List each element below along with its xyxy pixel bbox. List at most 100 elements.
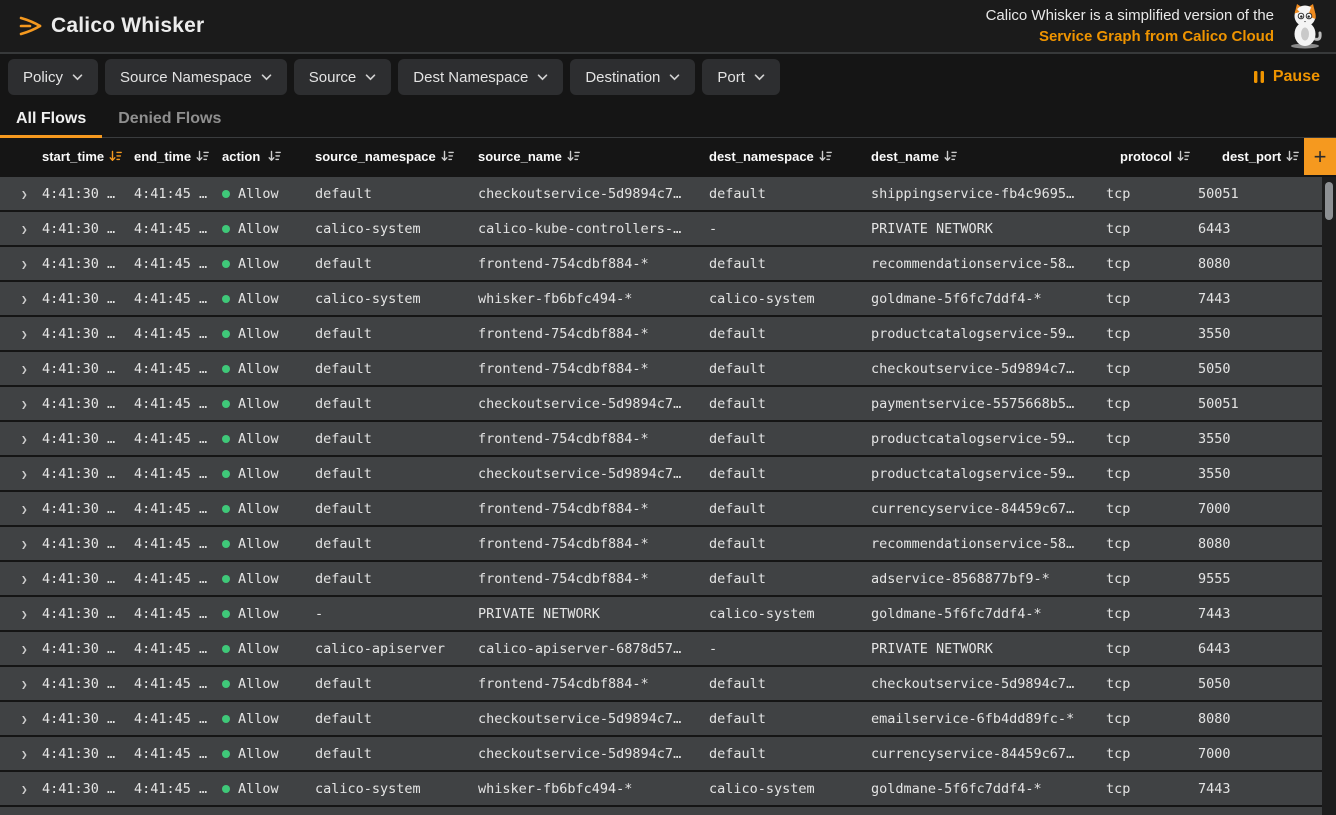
filter-button-dest-namespace[interactable]: Dest Namespace — [398, 59, 563, 95]
cell-source-namespace: default — [313, 361, 476, 377]
cell-dest-port: 7000 — [1196, 746, 1322, 762]
chevron-right-icon[interactable]: ❯ — [21, 748, 28, 761]
sort-icon — [196, 150, 209, 163]
chevron-right-icon[interactable]: ❯ — [21, 678, 28, 691]
cell-expander: ❯ — [0, 396, 40, 412]
cell-start-time: 4:41:30 … — [40, 746, 132, 762]
column-header-source-namespace[interactable]: source_namespace — [313, 149, 476, 164]
chevron-right-icon[interactable]: ❯ — [21, 223, 28, 236]
cell-dest-namespace: default — [707, 186, 869, 202]
chevron-right-icon[interactable]: ❯ — [21, 643, 28, 656]
table-header: start_timeend_time actionsource_namespace… — [0, 138, 1336, 175]
column-header-dest-port[interactable]: dest_port — [1196, 149, 1304, 164]
table-row[interactable]: ❯ 4:41:30 … 4:41:45 … Allow calico-syste… — [0, 282, 1322, 315]
table-row[interactable]: ❯ 4:41:30 … 4:41:45 … Allow calico-syste… — [0, 772, 1322, 805]
table-row[interactable]: ❯ 4:41:30 … 4:41:45 … Allow default chec… — [0, 177, 1322, 210]
tab-all-flows[interactable]: All Flows — [0, 100, 102, 137]
cell-source-name: frontend-754cdbf884-* — [476, 571, 707, 587]
column-header-label: end_time — [134, 149, 191, 164]
table-row[interactable]: ❯ 4:41:30 … 4:41:45 … Allow default fron… — [0, 247, 1322, 280]
chevron-right-icon[interactable]: ❯ — [21, 293, 28, 306]
table-row[interactable]: ❯ 4:41:30 … 4:41:45 … Allow - PRIVATE NE… — [0, 597, 1322, 630]
column-header-protocol[interactable]: protocol — [1104, 149, 1196, 164]
tab-denied-flows[interactable]: Denied Flows — [102, 100, 237, 137]
sort-icon — [944, 150, 957, 163]
table-header-cells: start_timeend_time actionsource_namespace… — [0, 138, 1304, 175]
filter-button-destination[interactable]: Destination — [570, 59, 695, 95]
filter-button-port[interactable]: Port — [702, 59, 780, 95]
chevron-right-icon[interactable]: ❯ — [21, 608, 28, 621]
cell-source-namespace: default — [313, 501, 476, 517]
cell-start-time: 4:41:30 … — [40, 291, 132, 307]
cell-protocol: tcp — [1104, 221, 1196, 237]
column-header-end-time[interactable]: end_time — [132, 149, 220, 164]
sort-icon — [1177, 150, 1190, 163]
cell-source-namespace: default — [313, 186, 476, 202]
chevron-right-icon[interactable]: ❯ — [21, 188, 28, 201]
table-row[interactable]: ❯ 4:41:30 … 4:41:45 … Allow default chec… — [0, 702, 1322, 735]
cell-protocol: tcp — [1104, 606, 1196, 622]
tab-bar: All FlowsDenied Flows — [0, 100, 1336, 138]
cell-dest-namespace: default — [707, 746, 869, 762]
cell-source-name: frontend-754cdbf884-* — [476, 536, 707, 552]
column-header-dest-name[interactable]: dest_name — [869, 149, 1104, 164]
allow-status-dot — [222, 645, 230, 653]
chevron-right-icon[interactable]: ❯ — [21, 398, 28, 411]
chevron-right-icon[interactable]: ❯ — [21, 468, 28, 481]
table-row[interactable]: ❯ 4:41:30 … 4:41:45 … Allow default fron… — [0, 667, 1322, 700]
cell-start-time: 4:41:30 … — [40, 571, 132, 587]
pause-button[interactable]: Pause — [1253, 68, 1328, 86]
scrollbar-thumb[interactable] — [1325, 182, 1333, 220]
cell-source-name: frontend-754cdbf884-* — [476, 431, 707, 447]
cell-end-time: 4:41:45 … — [132, 256, 220, 272]
cell-dest-name: productcatalogservice-59… — [869, 326, 1104, 342]
cell-action: Allow — [220, 711, 313, 727]
table-row[interactable]: ❯ 4:41:30 … 4:41:45 … Allow default fron… — [0, 422, 1322, 455]
filter-button-policy[interactable]: Policy — [8, 59, 98, 95]
action-label: Allow — [238, 571, 279, 587]
cell-dest-namespace: calico-system — [707, 291, 869, 307]
chevron-right-icon[interactable]: ❯ — [21, 363, 28, 376]
cell-dest-port: 50051 — [1196, 396, 1322, 412]
table-row[interactable]: ❯ 4:41:30 … 4:41:45 … Allow default chec… — [0, 387, 1322, 420]
column-header-source-name[interactable]: source_name — [476, 149, 707, 164]
cell-start-time: 4:41:30 … — [40, 221, 132, 237]
table-row[interactable]: ❯ 4:41:30 … 4:41:45 … Allow default fron… — [0, 527, 1322, 560]
cell-end-time: 4:41:45 … — [132, 536, 220, 552]
chevron-right-icon[interactable]: ❯ — [21, 538, 28, 551]
service-graph-link[interactable]: Service Graph from Calico Cloud — [986, 26, 1274, 47]
add-column-button[interactable]: + — [1304, 138, 1336, 175]
table-row[interactable]: ❯ 4:41:30 … 4:41:45 … Allow default fron… — [0, 562, 1322, 595]
table-row[interactable]: ❯ 4:41:30 … 4:41:45 … Allow default fron… — [0, 352, 1322, 385]
action-label: Allow — [238, 536, 279, 552]
cell-source-name: frontend-754cdbf884-* — [476, 326, 707, 342]
table-row[interactable]: ❯ 4:41:30 … 4:41:45 … Allow default chec… — [0, 737, 1322, 770]
cell-dest-name: checkoutservice-5d9894c7… — [869, 361, 1104, 377]
table-row[interactable]: ❯ 4:41:30 … 4:41:45 … Allow default fron… — [0, 317, 1322, 350]
table-row[interactable]: ❯ 4:41:30 … 4:41:45 … Allow calico-syste… — [0, 212, 1322, 245]
chevron-right-icon[interactable]: ❯ — [21, 713, 28, 726]
column-header-dest-namespace[interactable]: dest_namespace — [707, 149, 869, 164]
allow-status-dot — [222, 400, 230, 408]
chevron-right-icon[interactable]: ❯ — [21, 503, 28, 516]
table-row[interactable]: ❯ 4:41:30 … 4:41:45 … Allow calico-apise… — [0, 632, 1322, 665]
chevron-right-icon[interactable]: ❯ — [21, 573, 28, 586]
cell-dest-namespace: default — [707, 676, 869, 692]
chevron-right-icon[interactable]: ❯ — [21, 783, 28, 796]
cell-source-namespace: calico-system — [313, 291, 476, 307]
cell-protocol: tcp — [1104, 361, 1196, 377]
chevron-right-icon[interactable]: ❯ — [21, 433, 28, 446]
cell-action: Allow — [220, 256, 313, 272]
column-header-action[interactable]: action — [220, 149, 313, 164]
cell-action: Allow — [220, 536, 313, 552]
table-row[interactable]: ❯ 4:41:30 … 4:41:45 … Allow default chec… — [0, 457, 1322, 490]
column-header-start-time[interactable]: start_time — [40, 149, 132, 164]
chevron-right-icon[interactable]: ❯ — [21, 258, 28, 271]
vertical-scrollbar[interactable] — [1322, 177, 1336, 815]
action-label: Allow — [238, 291, 279, 307]
filter-button-source[interactable]: Source — [294, 59, 392, 95]
filter-button-source-namespace[interactable]: Source Namespace — [105, 59, 287, 95]
table-row[interactable]: ❯ 4:41:30 … 4:41:45 … Allow default fron… — [0, 492, 1322, 525]
filter-button-label: Source — [309, 69, 357, 86]
chevron-right-icon[interactable]: ❯ — [21, 328, 28, 341]
